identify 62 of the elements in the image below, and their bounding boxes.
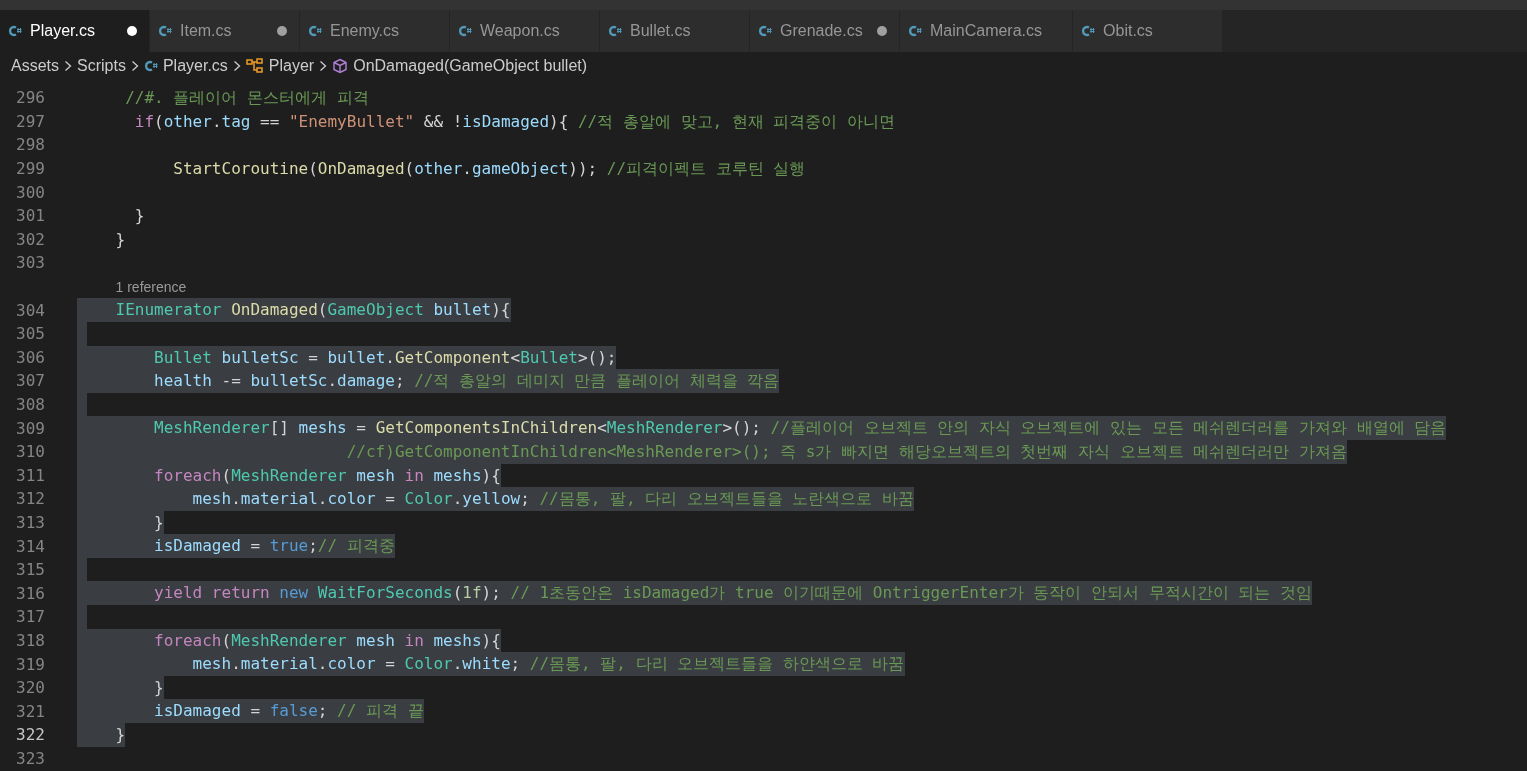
line-number: 300 <box>15 182 45 202</box>
line-number: 297 <box>15 111 45 131</box>
cube-icon <box>332 58 349 74</box>
breadcrumb-item[interactable]: Player.cs <box>143 57 228 75</box>
file-type-icon <box>143 60 158 72</box>
line-number: 306 <box>15 347 45 367</box>
breadcrumb-item[interactable]: Player <box>245 57 315 75</box>
line-number: 320 <box>15 678 45 698</box>
reference-count-link[interactable]: 1 reference <box>115 278 187 295</box>
line-number: 318 <box>15 630 45 650</box>
editor-tab[interactable]: Grenade.cs <box>750 10 900 52</box>
line-number: 305 <box>15 324 45 344</box>
chevron-icon <box>130 60 139 72</box>
code-line: //#. 플레이어 몬스터에게 피격 <box>124 87 369 109</box>
line-number: 307 <box>15 371 45 391</box>
line-number: 317 <box>15 607 45 627</box>
chevron-icon <box>319 60 328 72</box>
line-number: 309 <box>15 418 45 438</box>
line-number: 312 <box>15 489 45 509</box>
breadcrumb-item[interactable]: Assets <box>11 57 59 75</box>
editor-tab[interactable]: Weapon.cs <box>450 10 600 52</box>
line-number: 296 <box>15 88 45 108</box>
code-line: } <box>133 204 145 227</box>
breadcrumb-item[interactable]: OnDamaged(GameObject bullet) <box>332 57 588 75</box>
code-line: StartCoroutine(OnDamaged(other.gameObject)); //피격이펙트 코루틴 실행 <box>172 157 806 180</box>
code-line: } <box>114 228 126 251</box>
editor-tab[interactable]: MainCamera.cs <box>900 10 1074 52</box>
line-number: 316 <box>15 583 45 603</box>
line-number: 304 <box>15 300 45 320</box>
line-number: 301 <box>15 206 45 226</box>
line-number: 298 <box>15 135 45 155</box>
line-number: 321 <box>15 701 45 721</box>
line-number: 322 <box>15 725 45 745</box>
line-number: 302 <box>15 229 45 249</box>
chevron-icon <box>64 60 72 72</box>
line-number: 314 <box>15 536 45 556</box>
line-number: 310 <box>15 442 45 462</box>
file-type-icon <box>908 25 922 37</box>
editor-tab[interactable]: Player.cs <box>0 10 150 52</box>
file-type-icon <box>1081 25 1096 37</box>
breadcrumb-item[interactable]: Scripts <box>77 57 126 75</box>
editor-tab[interactable]: Item.cs <box>150 10 300 52</box>
file-type-icon <box>158 25 172 37</box>
file-type-icon <box>458 25 472 37</box>
line-number: 319 <box>15 654 45 674</box>
line-number: 308 <box>15 395 45 414</box>
code-line: if(other.tag == "EnemyBullet" && !isDamaged){ //적 총알에 맞고, 현재 피격중이 아니면 <box>133 110 896 133</box>
editor-tab[interactable]: Bullet.cs <box>600 10 750 52</box>
file-type-icon <box>608 25 622 37</box>
file-type-icon <box>758 25 772 37</box>
line-number: 313 <box>15 513 45 532</box>
line-number: 315 <box>15 560 45 580</box>
line-number: 323 <box>15 748 45 768</box>
editor-tab[interactable]: Enemy.cs <box>300 10 450 52</box>
line-number: 299 <box>15 159 45 179</box>
line-number: 311 <box>15 465 45 485</box>
chevron-icon <box>232 60 241 72</box>
editor-tab[interactable]: Obit.cs <box>1073 10 1224 52</box>
file-type-icon <box>308 25 322 37</box>
file-type-icon <box>8 25 22 37</box>
class-icon <box>245 58 264 74</box>
line-number: 303 <box>15 253 45 273</box>
